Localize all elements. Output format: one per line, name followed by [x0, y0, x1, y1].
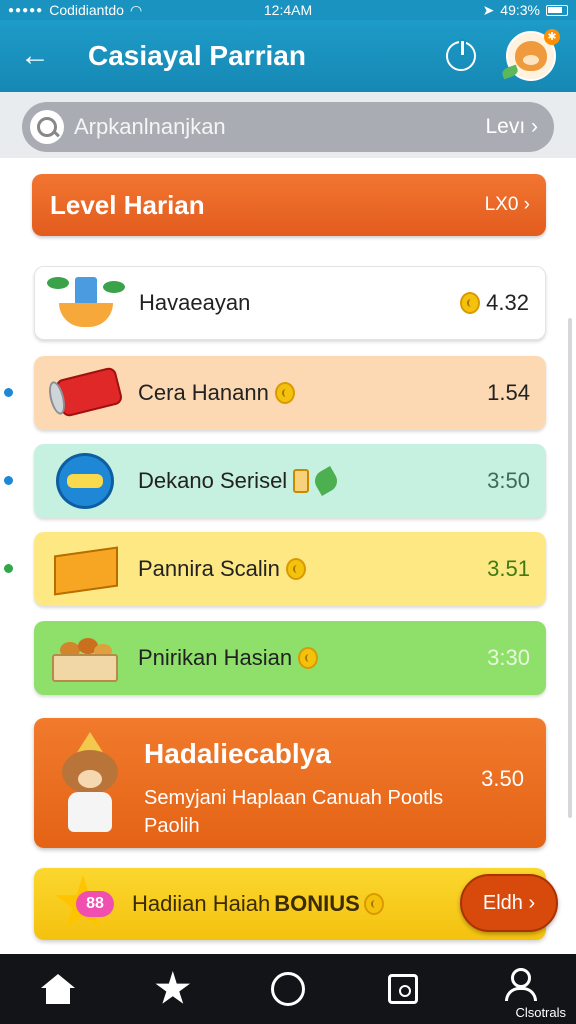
app-header: ← Casiayal Parrian ✱ — [0, 20, 576, 92]
nav-profile[interactable]: Clsotrals — [461, 954, 576, 1024]
gift-icon — [388, 974, 419, 1004]
level-banner[interactable]: Level Harian LX0 › — [32, 174, 546, 236]
box-thumbnail-icon — [46, 539, 124, 599]
disc-icon — [56, 453, 114, 509]
list-item-label: Cera Hanann — [138, 380, 487, 406]
location-icon: ➤ — [482, 1, 495, 18]
bonus-card[interactable]: 88 Hadiian Haiah BONIUS Eldh › — [34, 868, 558, 940]
basket-thumbnail-icon — [46, 628, 124, 688]
back-arrow-icon[interactable]: ← — [20, 39, 60, 73]
list-item-label: Pannira Scalin — [138, 556, 487, 582]
promo-value: 3.50 — [481, 766, 524, 791]
badge-number: 88 — [76, 891, 114, 917]
list-item-text: Dekano Serisel — [138, 468, 288, 493]
bottom-nav: Clsotrals — [0, 954, 576, 1024]
battery-percent: 49:3% — [500, 2, 540, 18]
main-content: Level Harian LX0 › Havaeayan 4.32 Cera H… — [0, 158, 576, 954]
list-item-value: 1.54 — [487, 380, 530, 405]
can-body-icon — [54, 366, 124, 418]
coin-icon — [285, 558, 306, 580]
box-icon — [54, 546, 118, 596]
indicator-dot — [4, 564, 13, 573]
palm-icon — [47, 277, 69, 289]
disc-thumbnail-icon — [46, 451, 124, 511]
list-item-text: Pannira Scalin — [138, 556, 280, 581]
battery-icon — [546, 4, 568, 16]
star-icon — [155, 971, 191, 1004]
list-item[interactable]: Pannira Scalin 3.51 — [4, 532, 546, 606]
coin-icon — [460, 292, 481, 314]
list-item-text: Pnirikan Hasian — [138, 645, 293, 670]
list-item[interactable]: Pnirikan Hasian 3:30 — [34, 621, 546, 695]
level-title: Level Harian — [50, 189, 205, 220]
list-item[interactable]: Havaeayan 4.32 — [34, 266, 546, 340]
coin-icon — [274, 382, 295, 404]
palm-icon — [103, 281, 125, 293]
basket-icon — [52, 654, 118, 682]
list-item[interactable]: Cera Hanann 1.54 — [4, 356, 546, 430]
indicator-dot — [4, 476, 13, 485]
signal-dots-icon: ●●●●● — [8, 4, 44, 16]
list-item-value: 3:50 — [487, 468, 530, 493]
badge-icon: ✱ — [544, 29, 560, 45]
wifi-icon: ◠ — [129, 1, 143, 18]
carrier-name: Codidiantdo — [49, 2, 124, 18]
list-item-label: Havaeayan — [139, 290, 460, 316]
star-badge-icon: 88 — [52, 871, 118, 937]
leaf-icon — [311, 465, 342, 497]
nav-favorites[interactable] — [115, 954, 230, 1024]
list-item-value: 3.51 — [487, 556, 530, 581]
search-icon — [30, 110, 64, 144]
coin-icon — [298, 647, 319, 669]
search-input[interactable]: Arpkanlnanjkan Levı › — [22, 102, 554, 152]
list-item-text: Cera Hanann — [138, 380, 269, 405]
list-item[interactable]: Dekano Serisel 3:50 — [4, 444, 546, 518]
list-item-label: Pnirikan Hasian — [138, 645, 487, 671]
level-link[interactable]: LX0 › — [485, 194, 530, 216]
indicator-dot — [4, 388, 13, 397]
page-title: Casiayal Parrian — [88, 40, 306, 71]
bowl-icon — [59, 303, 113, 327]
status-right: ➤ 49:3% — [483, 2, 568, 19]
coin-icon — [363, 893, 384, 915]
search-level-filter[interactable]: Levı › — [485, 115, 538, 139]
promo-subtitle: Semyjani Haplaan Canuah Pootls Paolih — [144, 787, 444, 837]
nav-gifts[interactable] — [346, 954, 461, 1024]
search-section: Arpkanlnanjkan Levı › — [0, 92, 576, 158]
list-item-text: Havaeayan — [139, 290, 251, 315]
list-item-label: Dekano Serisel — [138, 465, 487, 497]
tower-icon — [75, 277, 97, 305]
nav-center[interactable] — [230, 954, 345, 1024]
status-bar: ●●●●● Codidiantdo ◠ 12:4AM ➤ 49:3% — [0, 0, 576, 20]
circle-icon — [271, 972, 305, 1006]
home-icon — [40, 974, 75, 1004]
nav-home[interactable] — [0, 954, 115, 1024]
nav-caption: Clsotrals — [515, 1005, 567, 1020]
scrollbar[interactable] — [568, 318, 572, 818]
list-item-value: 3:30 — [487, 645, 530, 670]
bonus-label-text: Hadiian Haiah — [132, 891, 271, 916]
promo-card[interactable]: Hadaliecablya Semyjani Haplaan Canuah Po… — [34, 718, 546, 848]
avatar-face — [515, 41, 547, 71]
bear-mascot-icon — [54, 732, 126, 836]
bonus-label-bold: BONIUS — [274, 891, 360, 916]
status-left: ●●●●● Codidiantdo ◠ — [8, 2, 483, 19]
bear-snout-icon — [78, 770, 102, 788]
cup-icon — [293, 469, 310, 493]
app-screen: ●●●●● Codidiantdo ◠ 12:4AM ➤ 49:3% ← Cas… — [0, 0, 576, 1024]
can-thumbnail-icon — [46, 363, 124, 423]
bonus-button[interactable]: Eldh › — [460, 874, 558, 932]
list-item-value: 4.32 — [460, 290, 529, 316]
profile-icon — [503, 968, 538, 1001]
bear-body-icon — [68, 792, 112, 832]
bowl-thumbnail-icon — [47, 273, 125, 333]
promo-title: Hadaliecablya — [144, 738, 331, 769]
avatar[interactable]: ✱ — [500, 29, 560, 81]
search-placeholder: Arpkanlnanjkan — [74, 114, 226, 139]
leaf-icon — [500, 64, 520, 80]
list-item-value-text: 4.32 — [486, 290, 529, 315]
power-icon[interactable] — [446, 39, 476, 71]
